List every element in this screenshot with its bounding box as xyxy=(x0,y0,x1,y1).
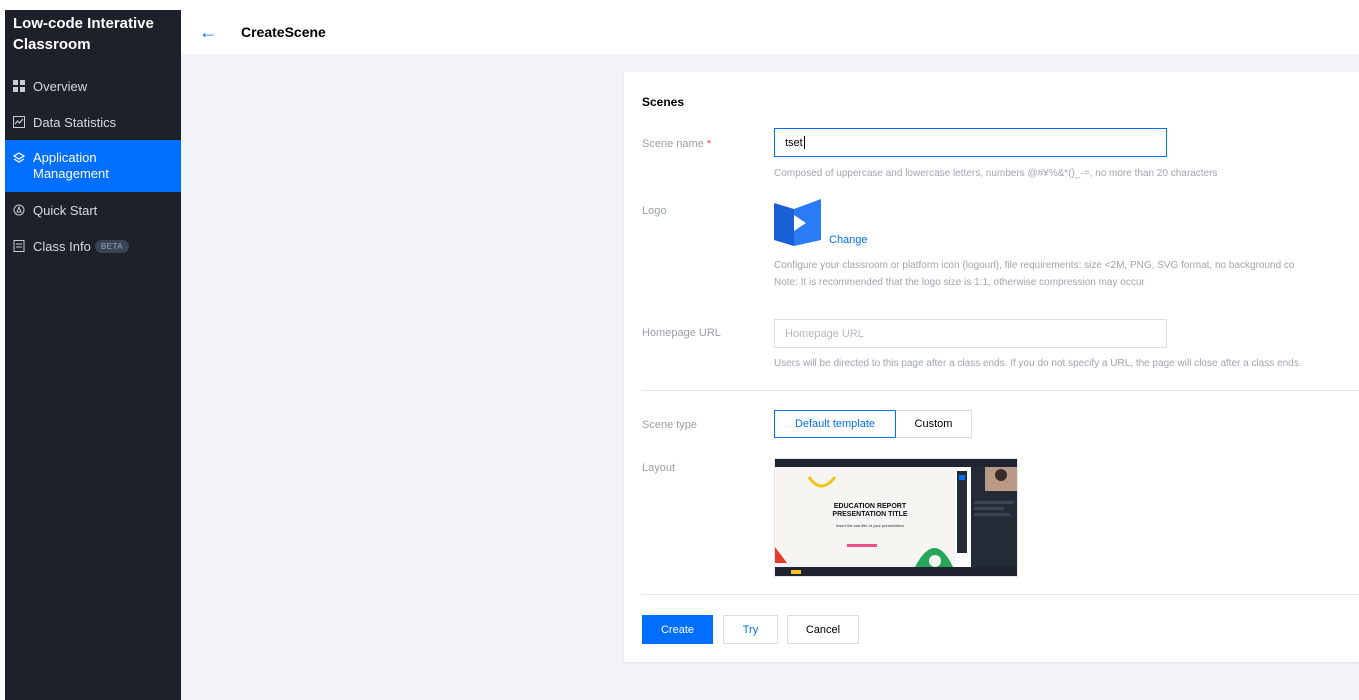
sidebar-item-label: Data Statistics xyxy=(33,114,117,130)
sidebar-item-application-management[interactable]: Application Management xyxy=(5,140,181,192)
scene-name-value: tset xyxy=(785,136,803,149)
scene-name-label: Scene name * xyxy=(642,138,711,150)
text-caret xyxy=(803,136,805,149)
document-icon xyxy=(13,240,25,252)
logo-label: Logo xyxy=(642,205,667,217)
create-scene-form: Scenes Scene name * tset Composed of upp… xyxy=(624,72,1359,662)
default-template-option[interactable]: Default template xyxy=(774,410,896,438)
scene-name-input[interactable]: tset xyxy=(774,128,1167,157)
divider xyxy=(642,390,1359,391)
layout-preview[interactable]: EDUCATION REPORT PRESENTATION TITLE Inse… xyxy=(774,458,1018,577)
homepage-url-input[interactable]: Homepage URL xyxy=(774,319,1167,348)
required-mark: * xyxy=(706,138,712,150)
homepage-url-placeholder: Homepage URL xyxy=(785,327,864,340)
sidebar-item-overview[interactable]: Overview xyxy=(5,68,181,104)
sidebar-item-data-statistics[interactable]: Data Statistics xyxy=(5,104,181,140)
preview-title-line1: EDUCATION REPORT xyxy=(833,503,907,510)
homepage-url-label: Homepage URL xyxy=(642,327,721,339)
logo-image xyxy=(774,199,821,246)
preview-subtitle: Insert the sub title of your presentatio… xyxy=(835,523,905,528)
top-header: ← CreateScene xyxy=(181,10,1359,54)
beta-badge: BETA xyxy=(94,239,130,253)
preview-title-line2: PRESENTATION TITLE xyxy=(832,511,908,518)
section-title: Scenes xyxy=(642,95,685,109)
cancel-button[interactable]: Cancel xyxy=(787,615,859,644)
scene-name-hint: Composed of uppercase and lowercase lett… xyxy=(774,168,1218,179)
try-button[interactable]: Try xyxy=(723,615,778,644)
layout-label: Layout xyxy=(642,462,676,474)
scene-type-label: Scene type xyxy=(642,419,698,431)
sidebar: Low-code Interative Classroom Overview D… xyxy=(5,10,181,700)
homepage-url-hint: Users will be directed to this page afte… xyxy=(774,358,1302,369)
sidebar-item-label: Class Info xyxy=(33,238,91,254)
sidebar-item-label: Application Management xyxy=(33,150,109,181)
brand-title: Low-code Interative Classroom xyxy=(13,15,154,53)
grid-icon xyxy=(13,80,25,92)
page-title: CreateScene xyxy=(241,24,326,40)
rocket-icon xyxy=(13,204,25,216)
create-button[interactable]: Create xyxy=(642,615,713,644)
sidebar-item-label: Overview xyxy=(33,78,88,94)
chart-icon xyxy=(13,116,25,128)
preview-title: EDUCATION REPORT PRESENTATION TITLE xyxy=(805,503,935,519)
arrow-left-icon[interactable]: ← xyxy=(199,22,219,43)
sidebar-item-class-info[interactable]: Class Info BETA xyxy=(5,228,181,264)
scene-name-label-text: Scene name xyxy=(642,138,704,150)
sidebar-item-label: Quick Start xyxy=(33,202,98,218)
layers-icon xyxy=(13,152,25,164)
scene-type-selector: Default template Custom xyxy=(774,410,972,438)
custom-option[interactable]: Custom xyxy=(896,410,972,438)
logo-note: Note: It is recommended that the logo si… xyxy=(774,277,1145,288)
logo-hint: Configure your classroom or platform ico… xyxy=(774,260,1295,271)
change-logo-link[interactable]: Change xyxy=(829,234,868,246)
divider xyxy=(642,594,1359,595)
sidebar-item-quick-start[interactable]: Quick Start xyxy=(5,192,181,228)
